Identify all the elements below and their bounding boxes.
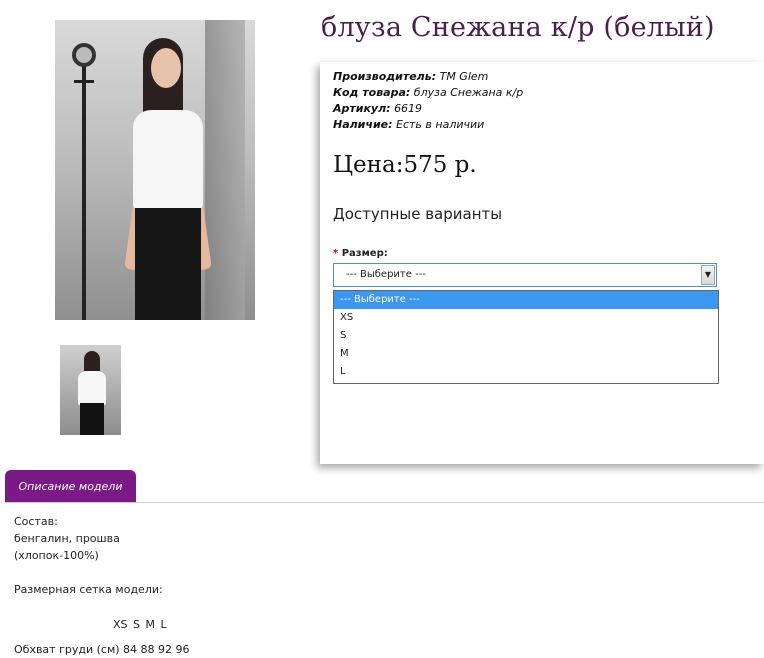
product-thumbnail-back[interactable] [60,345,121,435]
product-price: Цена:575 р. [333,152,477,178]
composition-line: (хлопок-100%) [14,549,99,562]
variants-heading: Доступные варианты [333,205,503,223]
background-building [205,20,245,320]
size-grid-header: XS S M L [113,618,167,631]
size-option-l[interactable]: L [334,363,718,381]
product-main-image[interactable] [55,20,255,320]
black-pants [135,208,201,320]
size-option-xs[interactable]: XS [334,309,718,327]
size-option-s[interactable]: S [334,327,718,345]
product-title: блуза Снежана к/р (белый) [321,12,715,43]
chevron-down-icon[interactable]: ▼ [701,265,715,285]
description-content: Состав: бенгалин, прошва (хлопок-100%) Р… [14,513,163,598]
composition-heading: Состав: [14,515,58,528]
size-option-m[interactable]: M [334,345,718,363]
composition-line: бенгалин, прошва [14,532,120,545]
meta-article: Артикул: 6619 [333,102,423,115]
size-select-value: --- Выберите --- [346,269,426,280]
product-info-panel: Производитель: TM Glem Код товара: блуза… [320,62,764,464]
tab-description[interactable]: Описание модели [5,470,136,503]
size-dropdown-list[interactable]: --- Выберите --- XS S M L [333,290,719,384]
size-select[interactable]: --- Выберите --- ▼ [333,263,717,287]
tab-divider [5,502,764,503]
product-meta: Производитель: TM Glem Код товара: блуза… [333,69,523,133]
lamp-post-graphic [72,43,96,320]
size-option-placeholder[interactable]: --- Выберите --- [334,291,718,309]
size-grid-heading: Размерная сетка модели: [14,583,163,596]
meta-product-code: Код товара: блуза Снежана к/р [333,86,524,99]
white-blouse [78,371,106,405]
meta-manufacturer: Производитель: TM Glem [333,70,489,83]
meta-availability: Наличие: Есть в наличии [333,118,485,131]
model-head [151,48,181,88]
black-pants [80,403,104,435]
required-marker: * [333,248,339,259]
manufacturer-link[interactable]: TM Glem [440,70,489,83]
bust-measurement-row: Обхват груди (см) 84 88 92 96 [14,643,190,656]
size-label: * Размер: [333,248,388,259]
white-blouse [133,110,203,210]
